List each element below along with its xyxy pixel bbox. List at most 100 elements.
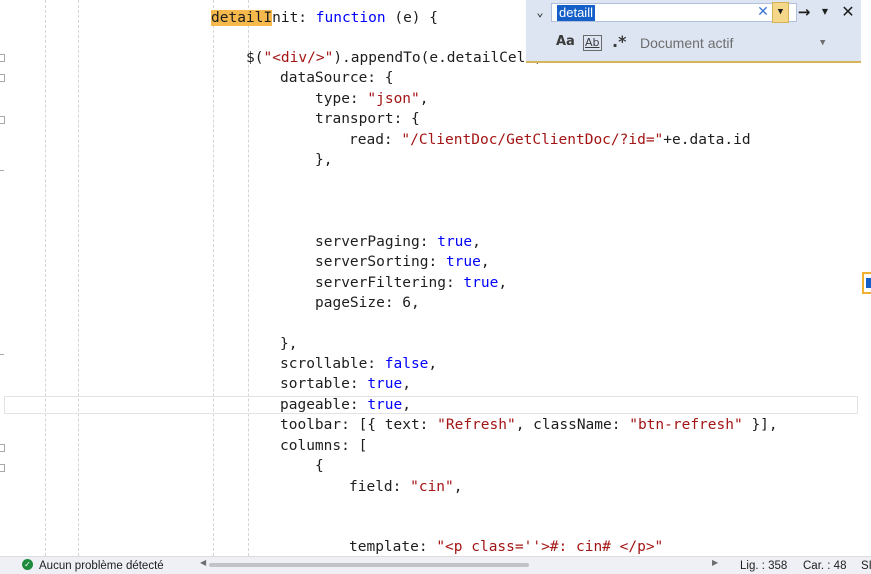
match-case-icon[interactable]: Aa: [556, 33, 575, 51]
code-line: serverFiltering: true,: [315, 273, 507, 293]
code-token: nit:: [272, 10, 316, 26]
code-line: read: "/ClientDoc/GetClientDoc/?id="+e.d…: [349, 130, 751, 150]
code-line: pageable: true,: [280, 395, 411, 415]
chevron-down-icon[interactable]: ▼: [820, 34, 825, 52]
code-editor[interactable]: detailInit: function (e) { $("<div/>").ap…: [0, 0, 871, 556]
line-number[interactable]: Lig. : 358: [740, 558, 787, 574]
code-token: true: [437, 234, 473, 250]
code-line: $("<div/>").appendTo(e.detailCell): [246, 48, 543, 68]
fold-end-marker: [0, 170, 4, 171]
code-token: (e) {: [385, 10, 438, 26]
code-line: },: [315, 150, 332, 170]
code-token: , className:: [515, 417, 630, 433]
indent-guide: [45, 0, 46, 556]
current-line-highlight: [4, 396, 858, 414]
code-token: read:: [349, 132, 402, 148]
code-token: ,: [419, 91, 429, 107]
code-token: transport: {: [315, 111, 420, 127]
code-token: ,: [480, 254, 490, 270]
code-line: detailInit: function (e) {: [211, 8, 438, 28]
code-line: field: "cin",: [349, 477, 463, 497]
code-token: "Refresh": [437, 417, 516, 433]
code-line: serverPaging: true,: [315, 232, 481, 252]
fold-marker[interactable]: [0, 74, 5, 82]
scroll-left-icon[interactable]: ◀: [200, 558, 206, 567]
code-token: ,: [453, 479, 463, 495]
search-input-selected-text: detaill: [557, 5, 595, 21]
problems-status[interactable]: Aucun problème détecté: [39, 558, 164, 574]
code-token: +e.data.id: [663, 132, 751, 148]
code-token: true: [367, 397, 403, 413]
code-token: $(: [246, 50, 264, 66]
code-line: pageSize: 6,: [315, 293, 420, 313]
code-token: true: [367, 376, 403, 392]
fold-marker[interactable]: [0, 464, 5, 472]
code-token: ,: [472, 234, 481, 250]
code-token: toolbar: [{ text:: [280, 417, 438, 433]
search-scope-select[interactable]: Document actif: [640, 34, 733, 52]
code-token: ).appendTo(e.detailCell): [333, 50, 543, 66]
code-token: columns: [: [280, 438, 368, 454]
code-line: serverSorting: true,: [315, 252, 490, 272]
fold-marker[interactable]: [0, 444, 5, 452]
close-icon[interactable]: ✕: [755, 3, 771, 21]
code-line: type: "json",: [315, 89, 429, 109]
code-line: scrollable: false,: [280, 354, 437, 374]
code-line: transport: {: [315, 109, 420, 129]
code-token: "cin": [410, 479, 454, 495]
regex-icon[interactable]: .*: [612, 33, 626, 51]
code-token: "<div/>": [263, 50, 334, 66]
indent-guide: [248, 0, 249, 556]
code-token: true: [463, 275, 499, 291]
code-token: serverPaging:: [315, 234, 438, 250]
code-token: "btn-refresh": [629, 417, 743, 433]
code-token: scrollable:: [280, 356, 385, 372]
code-line: {: [315, 456, 324, 476]
code-line: columns: [: [280, 436, 367, 456]
horizontal-scrollbar[interactable]: ◀ ▶: [200, 558, 720, 567]
close-find-icon[interactable]: ✕: [839, 3, 857, 21]
check-icon: ✓: [22, 559, 33, 570]
code-token: "/ClientDoc/GetClientDoc/?id=": [401, 132, 664, 148]
find-type-dropdown-icon[interactable]: ▼: [819, 3, 831, 21]
code-token: type:: [315, 91, 368, 107]
code-token: ,: [402, 376, 411, 392]
whole-word-icon[interactable]: Ab: [583, 35, 602, 51]
code-token: false: [384, 356, 429, 372]
code-token: {: [315, 458, 324, 474]
status-bar: ✓ Aucun problème détecté ◀ ▶ Lig. : 358 …: [0, 556, 871, 574]
fold-end-marker: [0, 354, 4, 355]
search-history-dropdown-icon[interactable]: ▼: [772, 2, 789, 23]
code-token: serverFiltering:: [315, 275, 464, 291]
fold-marker[interactable]: [0, 116, 5, 124]
find-next-arrow-icon[interactable]: →: [794, 3, 814, 21]
code-token: pageable:: [280, 397, 368, 413]
code-token: dataSource: {: [280, 70, 394, 86]
column-number[interactable]: Car. : 48: [803, 558, 846, 574]
insert-mode[interactable]: SI: [861, 558, 871, 574]
indent-guide: [78, 0, 79, 556]
scrollbar-thumb[interactable]: [209, 563, 529, 567]
scrollbar-position-marker[interactable]: [866, 278, 871, 288]
code-token: }],: [742, 417, 778, 433]
code-line: sortable: true,: [280, 374, 411, 394]
code-line: },: [280, 334, 297, 354]
search-match-highlight: detailI: [211, 10, 273, 26]
code-token: "json": [367, 91, 420, 107]
code-line: template: "<p class=''>#: cin# </p>": [349, 537, 663, 556]
code-token: sortable:: [280, 376, 368, 392]
code-token: serverSorting:: [315, 254, 446, 270]
find-widget: ⌄ detaill ✕ ▼ → ▼ ✕ Aa Ab .* Document ac…: [526, 0, 861, 63]
code-token: field:: [349, 479, 411, 495]
code-token: ,: [402, 397, 411, 413]
toggle-replace-chevron-icon[interactable]: ⌄: [532, 3, 548, 21]
code-token: },: [315, 152, 333, 168]
scroll-right-icon[interactable]: ▶: [712, 558, 718, 567]
code-line: toolbar: [{ text: "Refresh", className: …: [280, 415, 778, 435]
code-token: pageSize: 6,: [315, 295, 420, 311]
fold-marker[interactable]: [0, 54, 5, 62]
code-token: "<p class=''>#: cin# </p>": [436, 539, 664, 555]
code-line: dataSource: {: [280, 68, 394, 88]
code-token: ,: [498, 275, 508, 291]
code-token: template:: [349, 539, 437, 555]
